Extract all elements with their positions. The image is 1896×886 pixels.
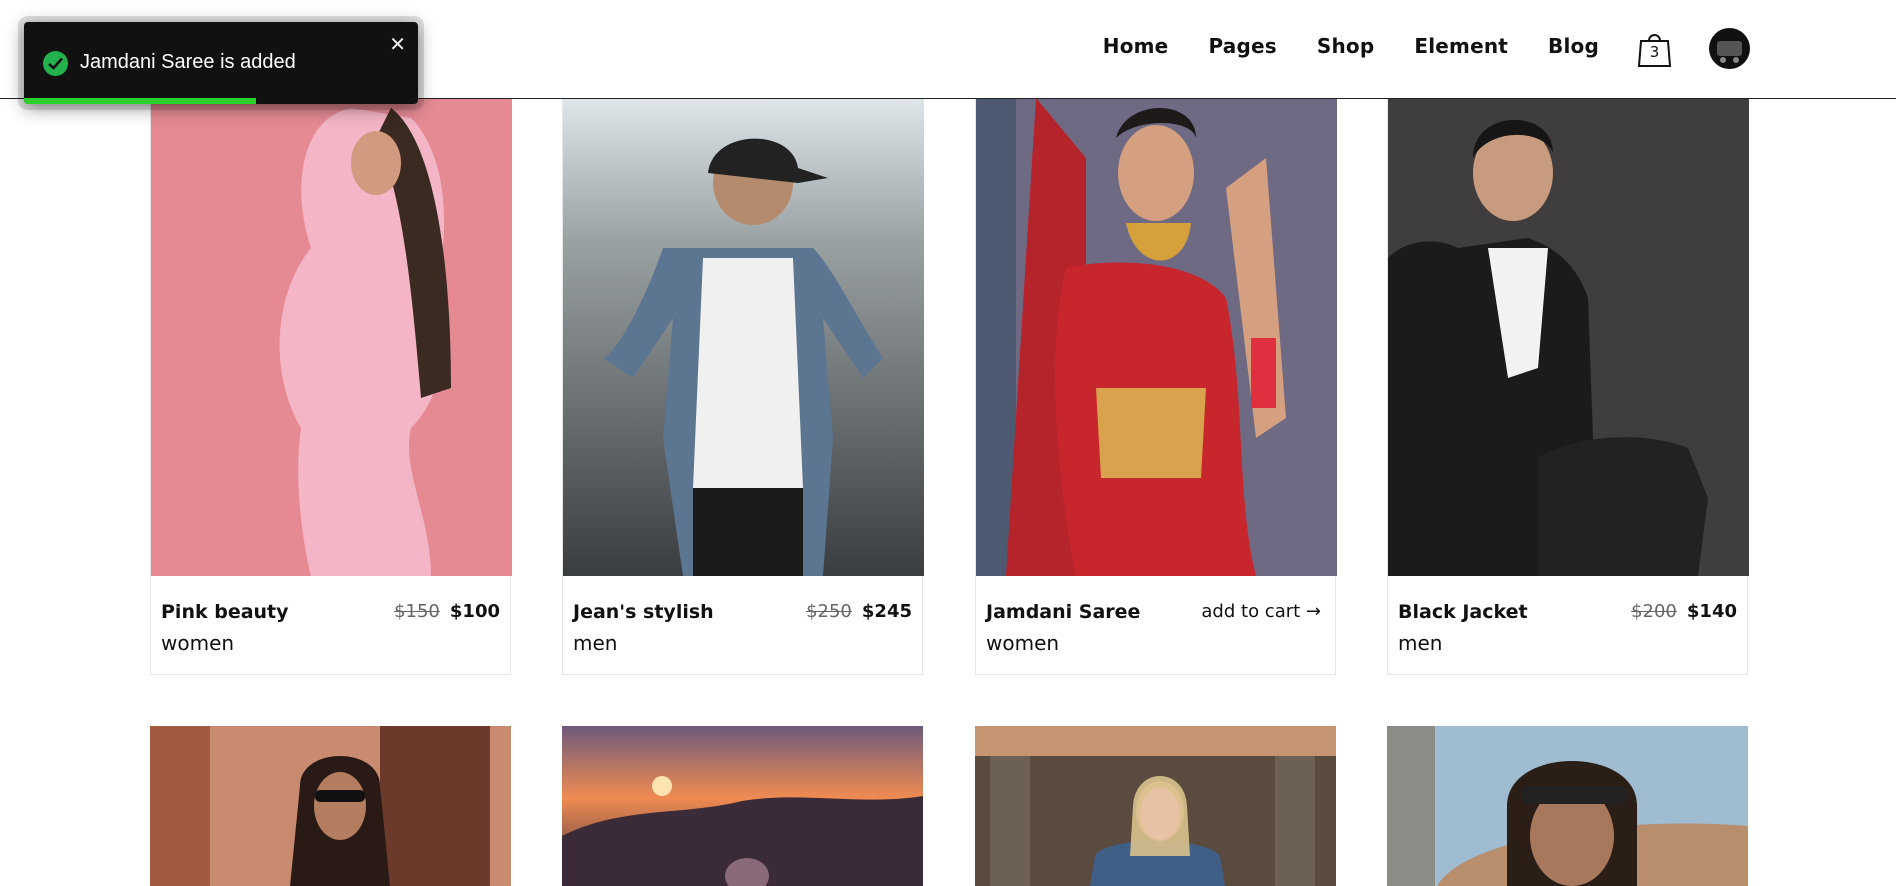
product-card[interactable]	[975, 726, 1336, 886]
nav-blog[interactable]: Blog	[1548, 34, 1599, 58]
toast-notification: Jamdani Saree is added ✕	[24, 22, 418, 104]
nav-shop[interactable]: Shop	[1317, 34, 1375, 58]
sale-price: $245	[861, 601, 912, 622]
old-price: $200	[1631, 601, 1677, 622]
product-title[interactable]: Black Jacket	[1398, 601, 1528, 623]
product-image	[563, 98, 924, 576]
product-image	[976, 98, 1337, 576]
product-card[interactable]: Jamdani Saree women add to cart →	[975, 97, 1337, 675]
product-card[interactable]: Pink beauty women $150 $100	[150, 97, 512, 675]
product-title[interactable]: Jean's stylish	[573, 601, 714, 623]
product-category: men	[1398, 631, 1443, 655]
cart-button[interactable]: 3	[1638, 30, 1671, 68]
product-card[interactable]	[1387, 726, 1748, 886]
check-circle-icon	[43, 51, 68, 76]
product-card[interactable]: Jean's stylish men $250 $245	[562, 97, 924, 675]
product-image	[975, 726, 1336, 886]
main-nav: Home Pages Shop Element Blog	[1103, 34, 1599, 58]
toast-message: Jamdani Saree is added	[80, 51, 296, 73]
price-group: $150 $100	[394, 601, 500, 622]
old-price: $250	[806, 601, 852, 622]
avatar-wheel	[1720, 57, 1726, 63]
nav-home[interactable]: Home	[1103, 34, 1169, 58]
sale-price: $100	[449, 601, 500, 622]
product-image	[1388, 98, 1749, 576]
price-group: $200 $140	[1631, 601, 1737, 622]
product-title[interactable]: Jamdani Saree	[986, 601, 1140, 623]
cart-avatar-icon[interactable]	[1709, 28, 1750, 69]
old-price: $150	[394, 601, 440, 622]
product-title[interactable]: Pink beauty	[161, 601, 289, 623]
sale-price: $140	[1686, 601, 1737, 622]
product-category: women	[161, 631, 235, 655]
toast-progress-bar	[24, 98, 257, 104]
product-category: men	[573, 631, 618, 655]
avatar-cart-body	[1717, 41, 1742, 56]
cart-count: 3	[1649, 43, 1660, 61]
product-image	[150, 726, 511, 886]
nav-pages[interactable]: Pages	[1208, 34, 1276, 58]
avatar-wheel	[1733, 57, 1739, 63]
product-card[interactable]	[562, 726, 923, 886]
product-card[interactable]	[150, 726, 511, 886]
product-image	[1387, 726, 1748, 886]
product-card[interactable]: Black Jacket men $200 $140	[1387, 97, 1749, 675]
close-icon[interactable]: ✕	[389, 32, 406, 56]
add-to-cart-link[interactable]: add to cart →	[1201, 601, 1321, 622]
product-image	[151, 98, 512, 576]
price-group: $250 $245	[806, 601, 912, 622]
product-image	[562, 726, 923, 886]
product-category: women	[986, 631, 1060, 655]
nav-element[interactable]: Element	[1414, 34, 1508, 58]
